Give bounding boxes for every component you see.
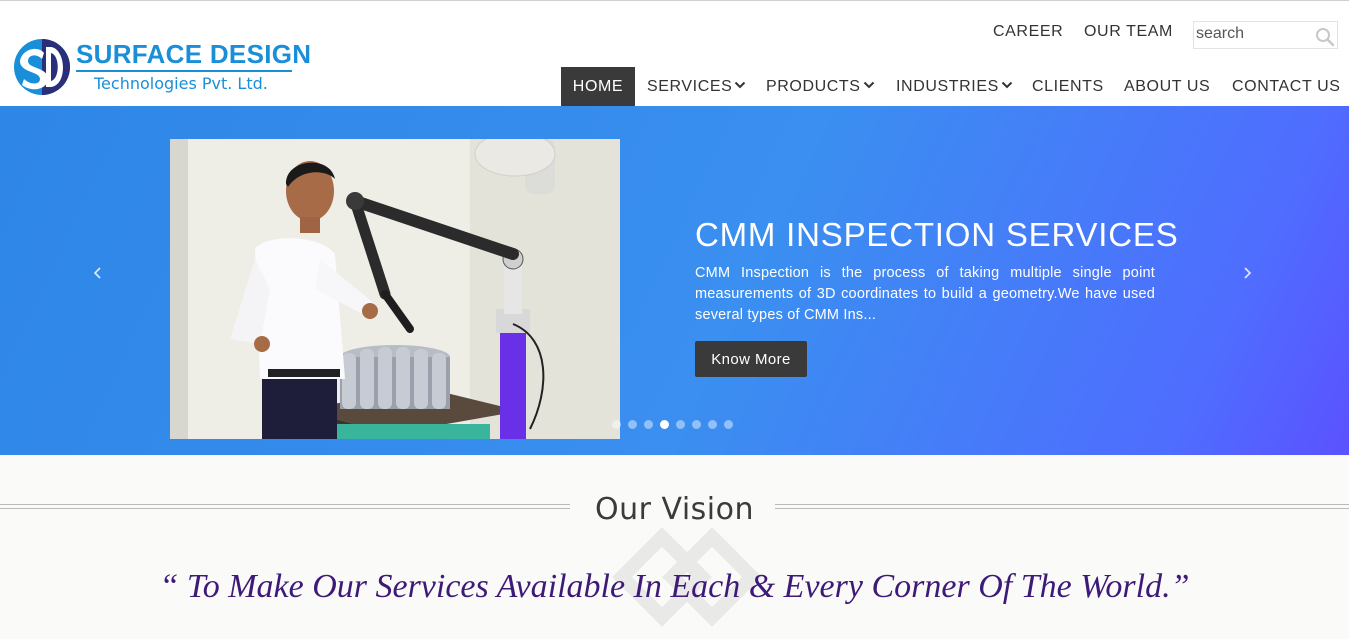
search-input[interactable] xyxy=(1194,22,1312,46)
slide-title: CMM INSPECTION SERVICES xyxy=(695,216,1179,253)
logo-mark-icon xyxy=(14,39,70,95)
vision-quote: “ To Make Our Services Available In Each… xyxy=(159,568,1190,605)
search-box xyxy=(1193,21,1338,49)
know-more-button[interactable]: Know More xyxy=(695,341,807,377)
slider-next-arrow-icon[interactable] xyxy=(1240,266,1254,280)
nav-item-industries[interactable]: INDUSTRIES xyxy=(896,67,1013,107)
slider-dot[interactable] xyxy=(612,420,621,429)
nav-label: SERVICES xyxy=(647,78,733,95)
slider-prev-arrow-icon[interactable] xyxy=(91,266,105,280)
slider-dot[interactable] xyxy=(708,420,717,429)
chevron-down-icon xyxy=(863,81,874,89)
slider-dot[interactable] xyxy=(724,420,733,429)
nav-item-clients[interactable]: CLIENTS xyxy=(1032,67,1104,107)
logo-underline xyxy=(76,70,292,72)
nav-item-about-us[interactable]: ABOUT US xyxy=(1124,67,1210,107)
logo-title: SURFACE DESIGN xyxy=(76,39,312,69)
site-header: SURFACE DESIGN Technologies Pvt. Ltd. CA… xyxy=(0,0,1349,107)
slide-description: CMM Inspection is the process of taking … xyxy=(695,265,1155,323)
our-team-link[interactable]: OUR TEAM xyxy=(1084,23,1173,41)
career-link[interactable]: CAREER xyxy=(993,23,1063,41)
logo-subtitle: Technologies Pvt. Ltd. xyxy=(94,74,268,93)
slide-photo xyxy=(170,139,620,439)
chevron-down-icon xyxy=(735,81,746,89)
company-logo[interactable]: SURFACE DESIGN Technologies Pvt. Ltd. xyxy=(12,37,312,99)
cmm-operator-illustration xyxy=(170,139,620,439)
slider-dot[interactable] xyxy=(692,420,701,429)
nav-item-products[interactable]: PRODUCTS xyxy=(766,67,875,107)
slider-dot[interactable] xyxy=(676,420,685,429)
nav-label: ABOUT US xyxy=(1124,78,1211,95)
slider-dot-active[interactable] xyxy=(660,420,669,429)
nav-label: CLIENTS xyxy=(1032,78,1104,95)
slider-dot[interactable] xyxy=(644,420,653,429)
slider-dot[interactable] xyxy=(628,420,637,429)
chevron-down-icon xyxy=(1001,81,1013,89)
nav-item-services[interactable]: SERVICES xyxy=(647,67,746,107)
hero-slider: CMM INSPECTION SERVICES CMM Inspection i… xyxy=(0,106,1349,455)
vision-title: Our Vision xyxy=(594,492,755,527)
nav-label: PRODUCTS xyxy=(766,78,861,95)
nav-item-contact-us[interactable]: CONTACT US xyxy=(1232,67,1341,107)
search-icon[interactable] xyxy=(1314,26,1336,48)
nav-label: INDUSTRIES xyxy=(896,78,999,95)
nav-label: HOME xyxy=(572,78,624,95)
nav-label: CONTACT US xyxy=(1232,78,1341,95)
nav-item-home[interactable]: HOME xyxy=(561,67,635,107)
vision-section: Our Vision “ To Make Our Services Availa… xyxy=(0,455,1349,639)
